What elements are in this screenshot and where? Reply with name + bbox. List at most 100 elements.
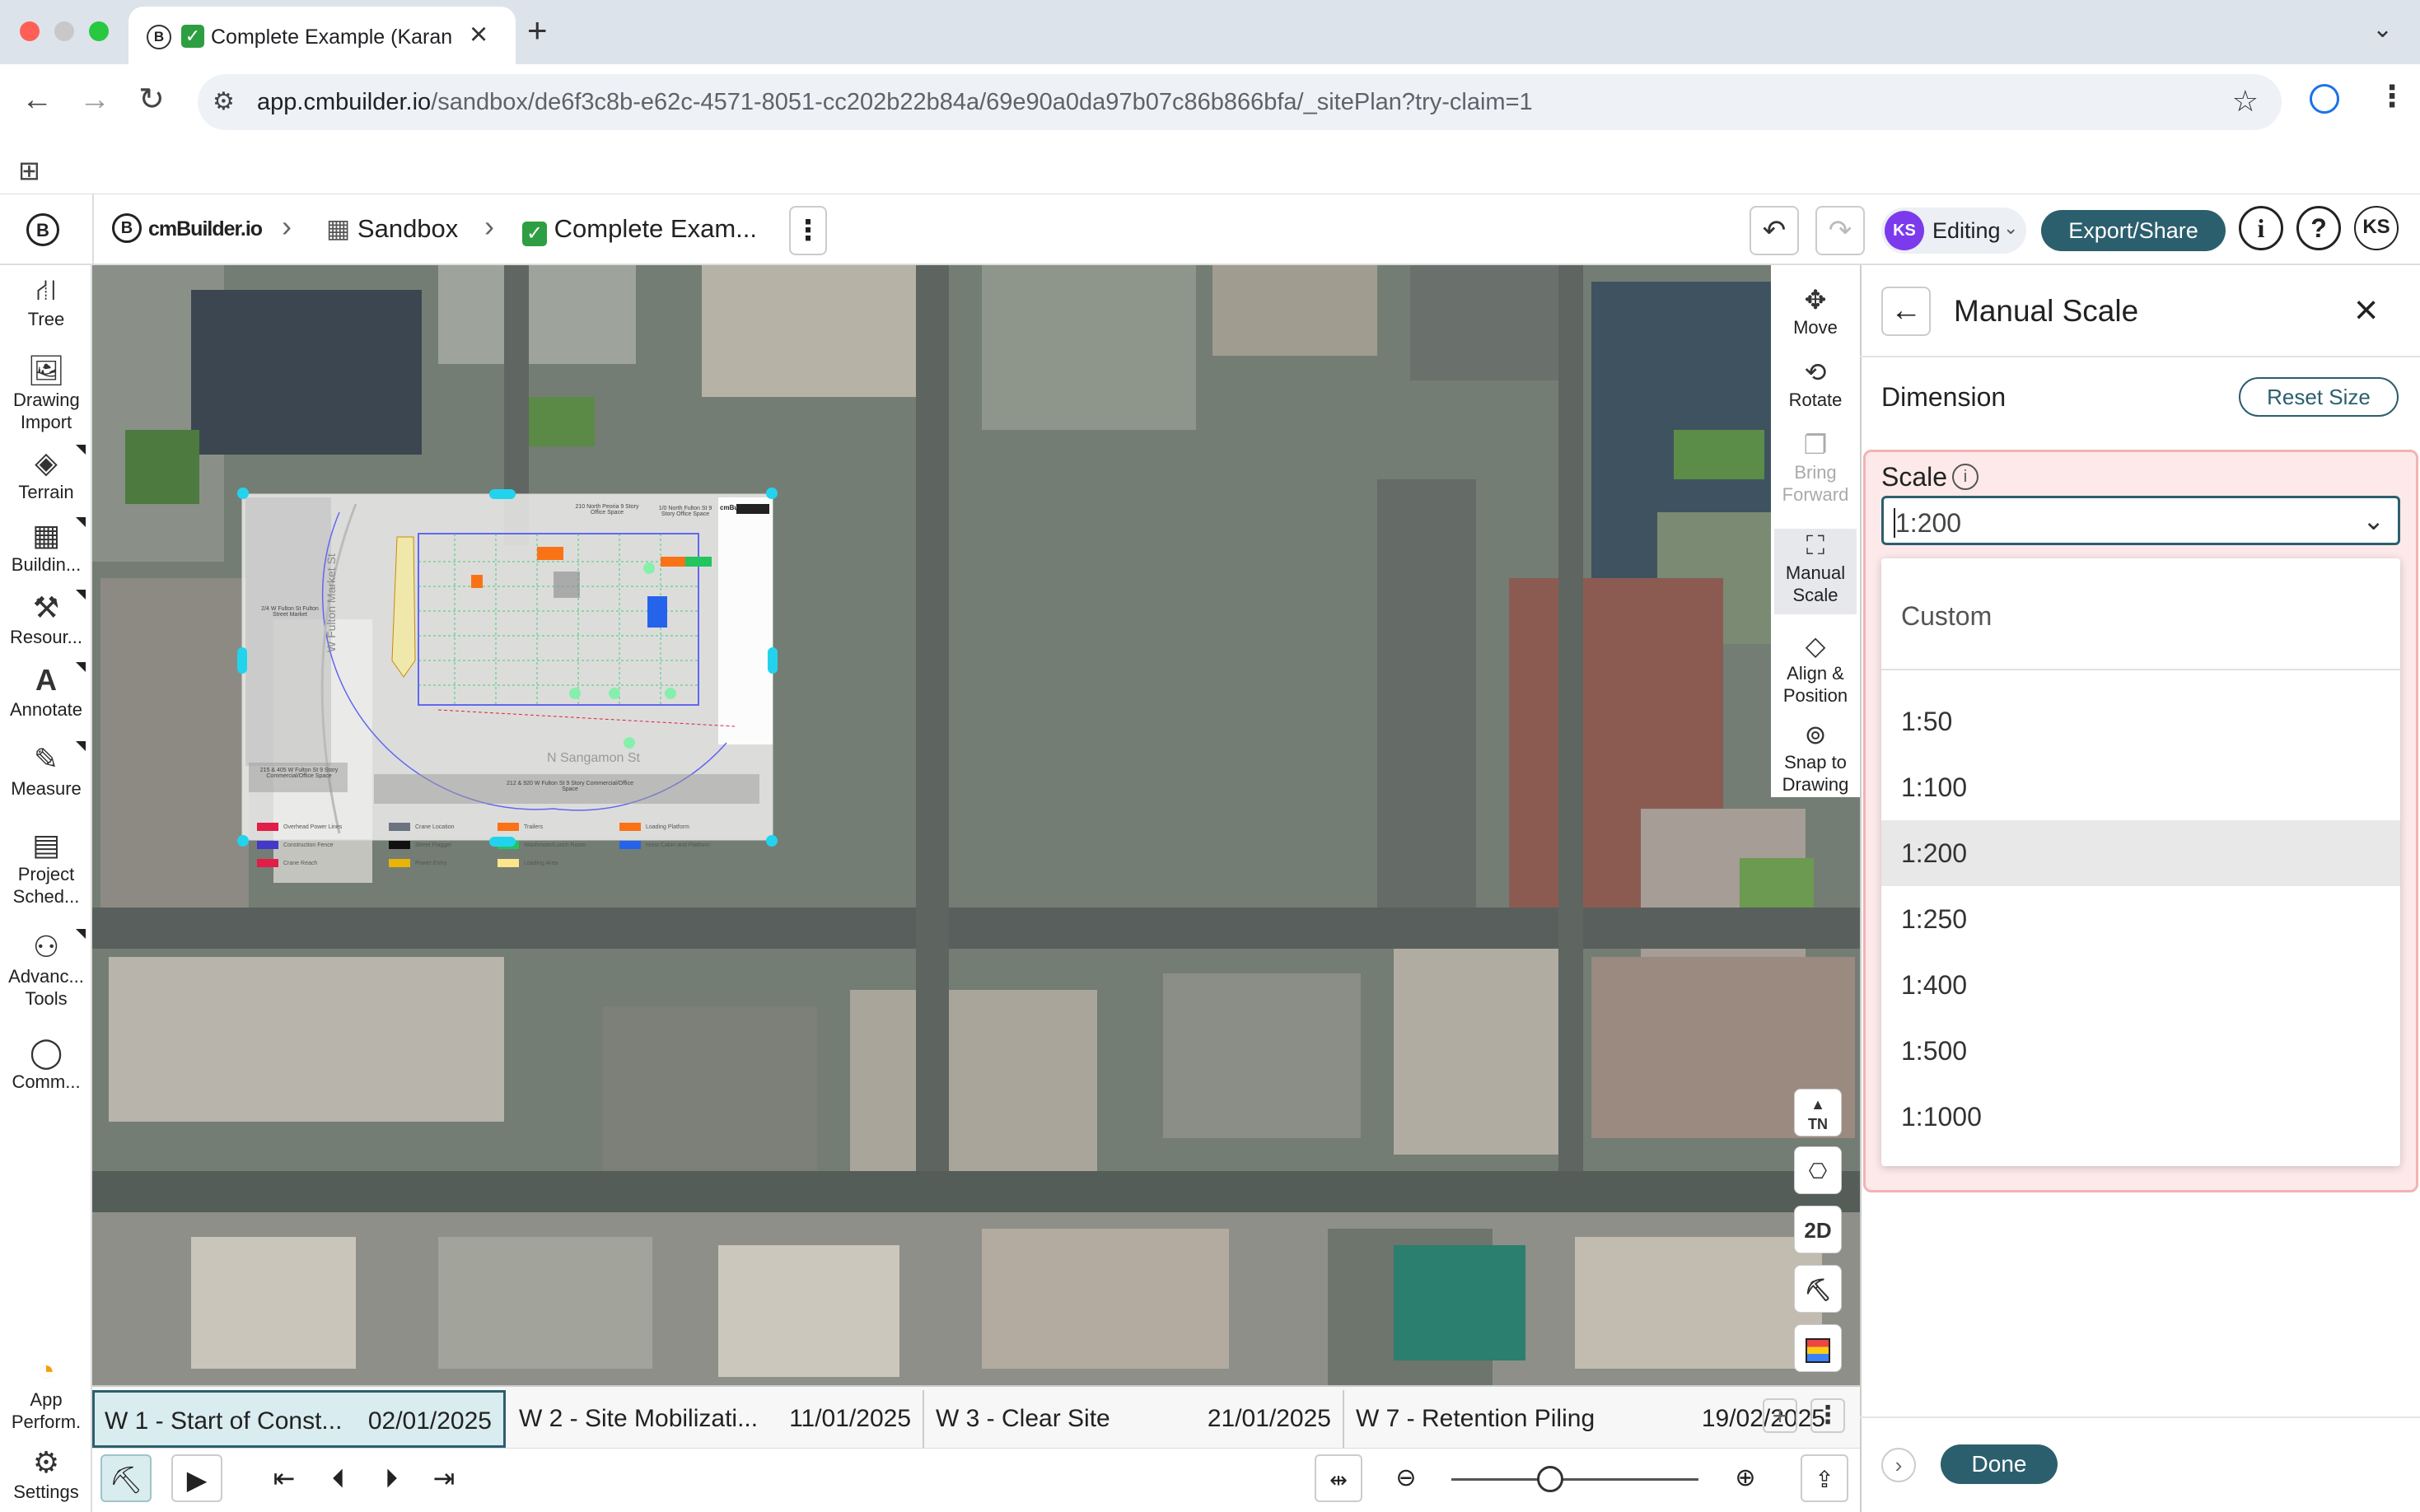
reload-icon[interactable]: ↻ [138,79,165,120]
sidebar-item-tree[interactable]: ⛙ Tree [0,272,92,330]
phase-tab-1[interactable]: W 1 - Start of Const... 02/01/2025 [92,1390,506,1448]
brand-name[interactable]: cmBuilder.io [148,212,263,245]
timeline-menu-button[interactable]: ⋮ [1810,1398,1845,1433]
crane-icon: ⛏ [1804,1277,1832,1302]
profile-icon[interactable] [2310,84,2339,114]
new-tab-icon[interactable]: + [527,10,548,51]
reset-size-button[interactable]: Reset Size [2239,377,2399,417]
app-logo-icon[interactable]: B [26,213,59,246]
snap-drawing-tool[interactable]: ⊚ Snap to Drawing [1771,718,1860,796]
panel-close-icon[interactable]: × [2354,288,2378,331]
first-phase-button[interactable]: ⇤ [259,1454,310,1502]
view-3d-button[interactable]: ⎔ [1794,1146,1842,1194]
scale-option[interactable]: 1:50 [1881,688,2400,754]
apps-grid-icon[interactable]: ⊞ [18,155,40,186]
bring-forward-tool[interactable]: ❐ Bring Forward [1771,428,1860,506]
address-bar[interactable]: ⚙ app.cmbuilder.io/sandbox/de6f3c8b-e62c… [198,74,2282,130]
phase-tab-3[interactable]: W 3 - Clear Site 21/01/2025 [926,1390,1344,1448]
url-text[interactable]: app.cmbuilder.io/sandbox/de6f3c8b-e62c-4… [257,88,1533,116]
scale-select[interactable]: 1:200 ⌄ [1881,496,2400,545]
help-button[interactable]: ? [2296,206,2341,250]
fit-width-button[interactable]: ⇹ [1315,1454,1362,1502]
breadcrumb-sandbox[interactable]: ▦ Sandbox [326,212,458,245]
breadcrumb-project[interactable]: ✓ Complete Exam... [522,212,757,246]
legend-item: Loading Platform [619,822,689,833]
sidebar-item-settings[interactable]: ⚙ Settings [0,1444,92,1503]
north-button[interactable]: ▲ TN [1794,1089,1842,1136]
scale-option[interactable]: 1:100 [1881,754,2400,820]
redo-button[interactable]: ↷ [1815,206,1865,255]
tab-close-icon[interactable]: × [470,18,488,51]
resize-handle-bottom[interactable] [489,837,516,847]
zoom-slider-track[interactable] [1451,1478,1698,1481]
back-arrow-icon[interactable]: ← [21,79,53,120]
phase-tab-2[interactable]: W 2 - Site Mobilizati... 11/01/2025 [509,1390,924,1448]
resize-handle-top-left[interactable] [237,488,249,499]
legend-label: Construction Fence [283,842,334,848]
project-menu-button[interactable]: ⋮ [789,206,827,255]
align-position-tool[interactable]: ◇ Align & Position [1771,629,1860,707]
phase-date: 11/01/2025 [789,1405,911,1432]
sidebar-item-buildings[interactable]: ▦ Buildin... [0,517,92,576]
window-zoom-button[interactable] [89,21,109,41]
previous-phase-button[interactable]: ⏴ [313,1454,364,1502]
browser-tab[interactable]: B ✓ Complete Example (Karan × [128,7,516,64]
site-settings-icon[interactable]: ⚙ [213,87,235,116]
scale-option-custom[interactable]: Custom [1881,583,2400,649]
last-phase-button[interactable]: ⇥ [418,1454,470,1502]
expand-chevron-icon[interactable]: › [1881,1448,1916,1482]
browser-menu-icon[interactable]: ⋮ [2377,79,2407,114]
next-phase-button[interactable]: ⏵ [366,1454,417,1502]
export-share-button[interactable]: Export/Share [2041,210,2226,251]
view-2d-button[interactable]: 2D [1794,1206,1842,1253]
resize-handle-bottom-right[interactable] [766,835,778,847]
sidebar-item-app-performance[interactable]: ◔ App Perform. [0,1352,92,1433]
panel-back-button[interactable]: ← [1881,287,1931,336]
sidebar-item-advanced-tools[interactable]: ⚇ Advanc... Tools [0,929,92,1010]
scale-info-icon[interactable]: i [1952,464,1979,490]
bookmark-star-icon[interactable]: ☆ [2232,84,2259,119]
tab-search-chevron-icon[interactable]: ⌄ [2372,15,2393,44]
scale-option[interactable]: 1:250 [1881,886,2400,952]
resize-handle-top[interactable] [489,489,516,499]
legend-swatch [498,859,519,868]
sidebar-item-measure[interactable]: ✎ Measure [0,741,92,800]
done-button[interactable]: Done [1941,1444,2058,1484]
zoom-in-button[interactable]: ⊕ [1720,1454,1771,1502]
export-frame-button[interactable]: ⇪ [1801,1454,1848,1502]
move-tool[interactable]: ✥ Move [1771,283,1860,338]
phase-name: W 7 - Retention Piling [1356,1405,1595,1432]
resize-handle-bottom-left[interactable] [237,835,249,847]
scale-option[interactable]: 1:1000 [1881,1084,2400,1150]
crane-mode-button[interactable]: ⛏ [100,1454,152,1502]
scale-option[interactable]: 1:400 [1881,952,2400,1018]
resize-handle-left[interactable] [237,647,247,674]
undo-button[interactable]: ↶ [1750,206,1799,255]
zoom-out-button[interactable]: ⊖ [1381,1454,1432,1502]
add-phase-button[interactable]: + [1763,1398,1797,1433]
sidebar-item-drawing-import[interactable]: 🖼 Drawing Import [0,352,92,433]
rotate-tool[interactable]: ⟲ Rotate [1771,356,1860,411]
sidebar-item-resources[interactable]: ⚒ Resour... [0,590,92,648]
resize-handle-right[interactable] [768,647,778,674]
window-close-button[interactable] [20,21,40,41]
crane-view-button[interactable]: ⛏ [1794,1265,1842,1313]
layers-color-button[interactable] [1794,1324,1842,1372]
scale-option-selected[interactable]: 1:200 [1881,820,2400,886]
sidebar-item-annotate[interactable]: A Annotate [0,662,92,721]
video-mode-button[interactable]: ▶ [171,1454,222,1502]
sidebar-item-project-schedule[interactable]: ▤ Project Sched... [0,827,92,908]
sidebar-item-terrain[interactable]: ◈ Terrain [0,445,92,503]
sidebar-item-comments[interactable]: ◯ Comm... [0,1034,92,1093]
window-minimize-button[interactable] [54,21,74,41]
manual-scale-tool[interactable]: ⛶ Manual Scale [1774,529,1857,614]
zoom-slider-thumb[interactable] [1537,1466,1563,1492]
info-button[interactable]: i [2239,206,2283,250]
forward-arrow-icon[interactable]: → [79,79,110,120]
resize-handle-top-right[interactable] [766,488,778,499]
account-button[interactable]: KS [2354,206,2399,250]
map-canvas[interactable]: W Fulton Market St N Sangamon St 2/4 W F… [92,265,1860,1385]
scale-option[interactable]: 1:500 [1881,1018,2400,1084]
editing-mode-dropdown[interactable]: KS Editing ⌄ [1881,208,2026,254]
brand-logo-icon: B [112,213,142,243]
